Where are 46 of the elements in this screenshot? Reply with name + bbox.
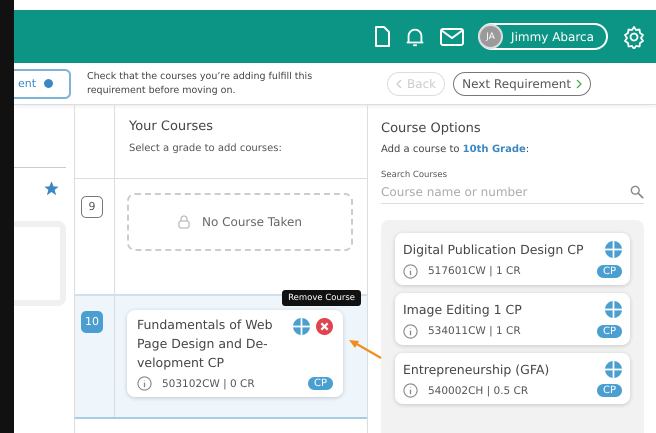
tooltip: Remove Course [282, 290, 361, 306]
remove-icon[interactable] [316, 318, 333, 335]
instruction-text: Check that the courses you’re adding fulfill this requirement before moving on. [87, 70, 314, 97]
course-tag: CP [596, 384, 622, 398]
star-icon[interactable] [43, 180, 60, 197]
your-courses-title: Your Courses [129, 119, 214, 134]
course-tag: CP [596, 264, 622, 278]
course-option-card[interactable]: Entrepreneurship (GFA) 540002CH | 0.5 CR CP [395, 352, 630, 404]
course-code: 503102CW | 0 CR [162, 378, 256, 390]
document-icon[interactable] [374, 26, 390, 48]
arrow-drawing [347, 338, 383, 360]
course-name: Fundamentals of Web Page Design and De-velopment CP [137, 316, 274, 372]
course-code: 517601CW | 1 CR [428, 265, 522, 278]
course-code: 540002CH | 0.5 CR [428, 384, 530, 397]
mail-icon[interactable] [440, 26, 464, 46]
course-option-card[interactable]: Digital Publication Design CP 517601CW | 1 CR CP [395, 233, 630, 285]
info-icon[interactable] [403, 264, 418, 279]
chevron-left-icon [396, 78, 402, 88]
info-icon[interactable] [137, 376, 152, 392]
globe-icon [605, 360, 622, 378]
course-name: Digital Publication Design CP [403, 241, 584, 259]
grade-badge[interactable]: 9 [81, 196, 103, 218]
info-icon[interactable] [403, 324, 418, 338]
course-name: Entrepreneurship (GFA) [403, 360, 550, 379]
empty-label: No Course Taken [202, 215, 302, 229]
course-tag: CP [596, 324, 622, 338]
course-name: Image Editing 1 CP [403, 300, 522, 319]
add-course-prompt: Add a course to 10th Grade: [381, 144, 530, 155]
course-tag: CP [308, 377, 333, 390]
globe-icon [605, 300, 622, 318]
next-requirement-button[interactable]: Next Requirement [453, 72, 592, 96]
lock-icon [178, 215, 190, 229]
grade-instruction: Select a grade to add courses: [129, 143, 283, 154]
info-icon[interactable] [403, 383, 418, 398]
requirement-tab[interactable]: ent [14, 68, 71, 98]
globe-icon [293, 318, 310, 335]
search-label: Search Courses [381, 170, 448, 180]
user-menu[interactable]: JA Jimmy Abarca [478, 23, 608, 50]
course-code: 534011CW | 1 CR [428, 325, 522, 337]
course-options-title: Course Options [381, 121, 482, 136]
chevron-right-icon [576, 78, 582, 88]
globe-icon [605, 241, 622, 258]
settings-icon[interactable] [622, 24, 646, 48]
course-option-card[interactable]: Image Editing 1 CP 534011CW | 1 CR CP [395, 292, 630, 344]
avatar: JA [478, 24, 504, 49]
search-icon[interactable] [630, 185, 644, 199]
